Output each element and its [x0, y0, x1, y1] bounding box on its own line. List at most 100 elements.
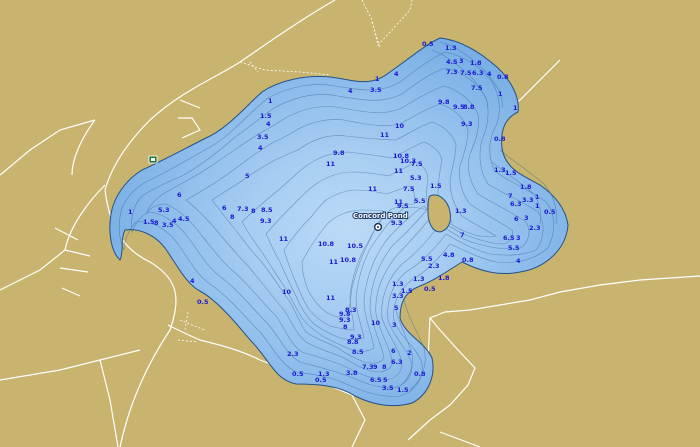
- depth-sounding: 7.5: [460, 69, 472, 77]
- depth-sounding: 11: [380, 131, 390, 139]
- depth-sounding: 0.5: [197, 298, 209, 306]
- depth-sounding: 10.5: [347, 242, 364, 250]
- depth-sounding: 3: [392, 321, 397, 329]
- depth-sounding: 7.3: [446, 68, 458, 76]
- depth-sounding: 11: [279, 235, 289, 243]
- depth-sounding: 1: [535, 193, 540, 201]
- depth-sounding: 3: [524, 214, 529, 222]
- depth-sounding: 6: [177, 191, 182, 199]
- flag-icon[interactable]: [148, 155, 158, 164]
- depth-sounding: 11: [326, 160, 336, 168]
- depth-sounding: 1.3: [494, 166, 506, 174]
- depth-sounding: 3.8: [346, 369, 358, 377]
- depth-sounding: 1.5: [505, 169, 517, 177]
- depth-sounding: 7.5: [411, 160, 423, 168]
- depth-sounding: 9.5: [397, 202, 409, 210]
- depth-sounding: 2: [407, 349, 412, 357]
- depth-sounding: 4.5: [446, 58, 458, 66]
- depth-sounding: 4: [487, 70, 492, 78]
- depth-sounding: 7.5: [471, 84, 483, 92]
- depth-sounding: 1.3: [413, 275, 425, 283]
- depth-sounding: 5: [394, 304, 399, 312]
- depth-sounding: 8: [154, 219, 159, 227]
- lake-depth-map[interactable]: Concord Pond 0.5 1.3 4.5 3 1.8 7.3 7.5 6…: [0, 0, 700, 447]
- depth-sounding: 6.3: [510, 200, 522, 208]
- depth-sounding: 0.8: [414, 370, 426, 378]
- depth-sounding: 6: [222, 204, 227, 212]
- depth-sounding: 11: [329, 258, 339, 266]
- depth-sounding: 6.3: [391, 358, 403, 366]
- depth-sounding: 0.8: [497, 73, 509, 81]
- depth-sounding: 3.5: [257, 133, 269, 141]
- depth-sounding: 4: [172, 217, 177, 225]
- depth-sounding: 1: [513, 104, 518, 112]
- depth-sounding: 0.5: [424, 285, 436, 293]
- depth-sounding: 1.3: [392, 280, 404, 288]
- depth-sounding: 6: [514, 215, 519, 223]
- depth-sounding: 10: [282, 288, 292, 296]
- map-canvas[interactable]: Concord Pond 0.5 1.3 4.5 3 1.8 7.3 7.5 6…: [0, 0, 700, 447]
- depth-sounding: 0.5: [544, 208, 556, 216]
- depth-sounding: 0.8: [494, 135, 506, 143]
- depth-sounding: 8: [230, 213, 235, 221]
- depth-sounding: 6: [391, 347, 396, 355]
- depth-sounding: 4: [516, 257, 521, 265]
- depth-sounding: 9.3: [260, 217, 272, 225]
- depth-sounding: 5.3: [410, 174, 422, 182]
- depth-sounding: 2.3: [529, 224, 541, 232]
- depth-sounding: 11: [368, 185, 378, 193]
- depth-sounding: 3: [516, 234, 521, 242]
- depth-sounding: 0.5: [292, 370, 304, 378]
- depth-sounding: 1: [268, 97, 273, 105]
- marker-icon[interactable]: [373, 222, 383, 232]
- depth-sounding: 2.3: [428, 262, 440, 270]
- depth-sounding: 3.5: [370, 86, 382, 94]
- depth-sounding: 9.3: [461, 120, 473, 128]
- depth-sounding: 4.8: [443, 251, 455, 259]
- depth-sounding: 8: [343, 323, 348, 331]
- depth-sounding: 4: [258, 144, 263, 152]
- depth-sounding: 2.3: [287, 350, 299, 358]
- depth-sounding: 0.8: [462, 256, 474, 264]
- depth-sounding: 7.5: [403, 185, 415, 193]
- depth-sounding: 1.5: [260, 112, 272, 120]
- depth-sounding: 4.5: [178, 215, 190, 223]
- depth-sounding: 3.3: [392, 292, 404, 300]
- depth-sounding: 5.5: [414, 197, 426, 205]
- depth-sounding: 0.5: [422, 40, 434, 48]
- depth-sounding: 6.5: [503, 234, 515, 242]
- depth-sounding: 10: [371, 319, 381, 327]
- depth-sounding: 4: [190, 277, 195, 285]
- depth-sounding: 1.8: [520, 183, 532, 191]
- depth-sounding: 10: [395, 122, 405, 130]
- depth-sounding: 1.8: [438, 274, 450, 282]
- depth-sounding: 4: [266, 120, 271, 128]
- depth-sounding: 1.5: [430, 182, 442, 190]
- depth-sounding: 1: [498, 90, 503, 98]
- depth-sounding: 8.5: [352, 348, 364, 356]
- depth-sounding: 1: [128, 208, 133, 216]
- depth-sounding: 8.8: [463, 103, 475, 111]
- depth-sounding: 3.5: [382, 384, 394, 392]
- depth-sounding: 6.5: [370, 376, 382, 384]
- depth-sounding: 1.8: [470, 59, 482, 67]
- depth-sounding: 1.3: [455, 207, 467, 215]
- depth-sounding: 7.3: [237, 205, 249, 213]
- depth-sounding: 11: [326, 294, 336, 302]
- depth-sounding: 3.3: [522, 196, 534, 204]
- depth-sounding: 7.3: [362, 363, 374, 371]
- depth-sounding: 4: [394, 70, 399, 78]
- depth-sounding: 1: [535, 202, 540, 210]
- depth-sounding: 9: [373, 363, 378, 371]
- depth-sounding: 5: [245, 172, 250, 180]
- depth-sounding: 5: [383, 376, 388, 384]
- depth-sounding: 1.3: [445, 44, 457, 52]
- depth-sounding: 11: [394, 167, 404, 175]
- depth-sounding: 10.8: [340, 256, 357, 264]
- depth-sounding: 9.8: [333, 149, 345, 157]
- depth-sounding: 5.3: [158, 206, 170, 214]
- depth-sounding: 0.5: [315, 376, 327, 384]
- depth-sounding: 8.5: [261, 206, 273, 214]
- depth-sounding: 1.5: [397, 386, 409, 394]
- depth-sounding: 3: [459, 57, 464, 65]
